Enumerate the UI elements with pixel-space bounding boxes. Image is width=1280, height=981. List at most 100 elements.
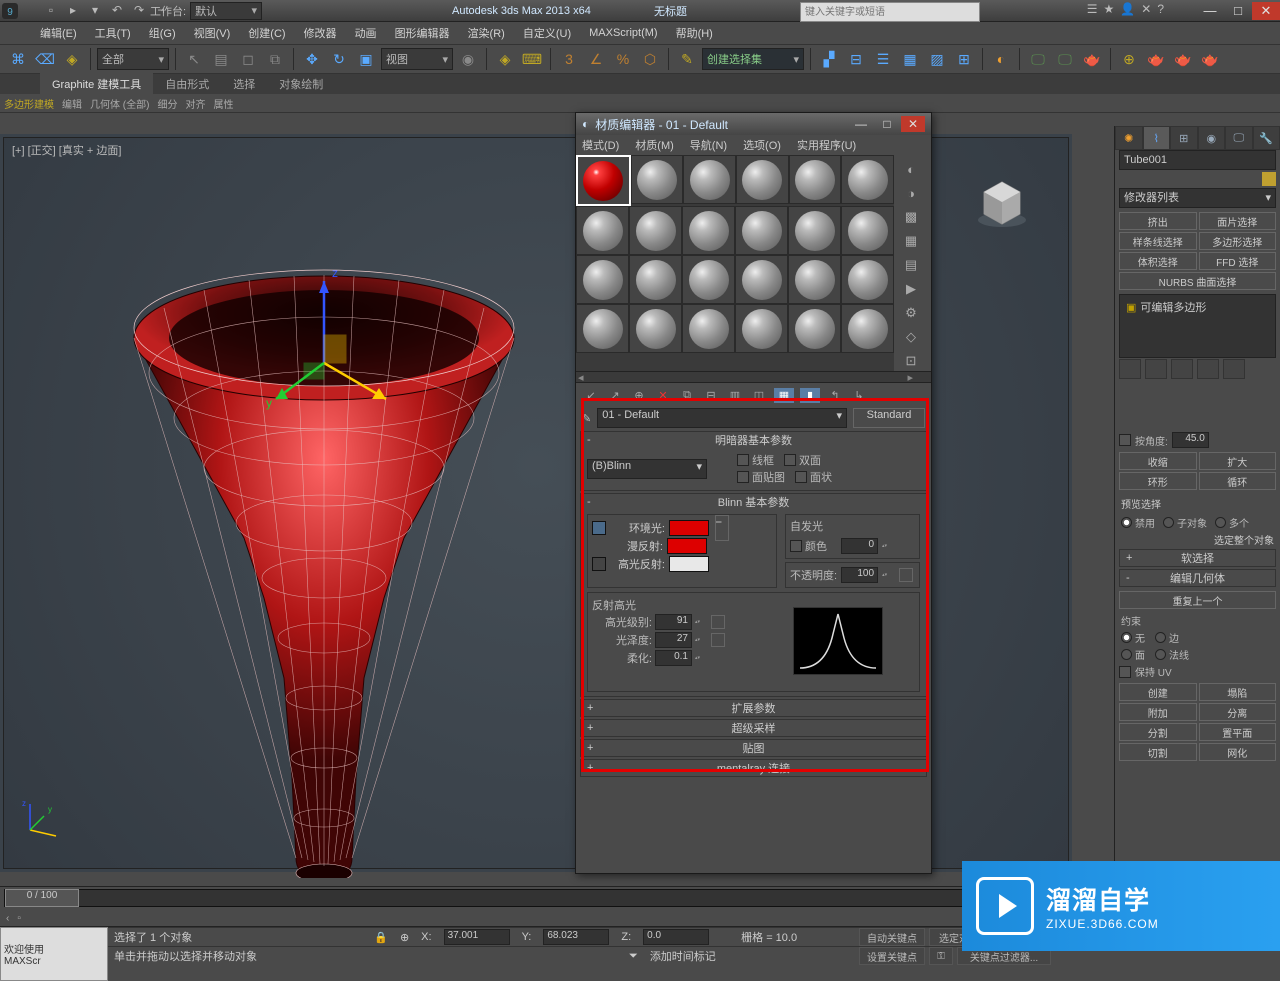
preset-patch[interactable]: 面片选择 xyxy=(1199,212,1277,230)
msmooth-button[interactable]: 网化 xyxy=(1199,743,1277,761)
viewcube-icon[interactable] xyxy=(974,172,1030,228)
search-input[interactable] xyxy=(800,2,980,22)
subobj-radio[interactable]: 子对象 xyxy=(1163,515,1207,530)
time-tag-icon[interactable]: ⏷ xyxy=(629,950,638,963)
ribbon-sub-edit[interactable]: 编辑 xyxy=(62,96,82,111)
display-tab-icon[interactable]: 🖵 xyxy=(1225,126,1253,150)
ambient-swatch[interactable] xyxy=(669,520,709,536)
lock-icon[interactable]: 🔒 xyxy=(374,931,388,944)
maximize-button[interactable]: □ xyxy=(1224,2,1252,20)
go-parent-icon[interactable]: ↰ xyxy=(826,389,844,402)
material-slot[interactable] xyxy=(735,304,788,353)
edit-named-icon[interactable]: ✎ xyxy=(675,47,699,71)
shader-rollout-title[interactable]: 明暗器基本参数 xyxy=(715,432,792,448)
flat-button[interactable]: 置平面 xyxy=(1199,723,1277,741)
menu-create[interactable]: 创建(C) xyxy=(248,25,285,41)
wire-checkbox[interactable]: 线框 xyxy=(737,452,774,468)
menu-customize[interactable]: 自定义(U) xyxy=(523,25,571,41)
spec-level-map[interactable] xyxy=(711,615,725,629)
mirror-icon[interactable]: ▞ xyxy=(817,47,841,71)
ring-button[interactable]: 环形 xyxy=(1119,472,1197,490)
shader-type-select[interactable]: (B)Blinn xyxy=(587,459,707,479)
backlight-icon[interactable]: ◑ xyxy=(901,183,921,203)
render-icon[interactable]: 🫖 xyxy=(1080,47,1104,71)
soften-input[interactable]: 0.1 xyxy=(655,650,692,666)
redo-icon[interactable]: ↷ xyxy=(130,2,148,18)
show-end-icon[interactable] xyxy=(1145,359,1167,379)
material-slot[interactable] xyxy=(629,255,682,304)
material-slot[interactable] xyxy=(629,206,682,255)
mat-id-icon[interactable]: ⊡ xyxy=(901,351,921,371)
select-name-icon[interactable]: ▤ xyxy=(209,47,233,71)
menu-animation[interactable]: 动画 xyxy=(355,25,377,41)
reset-icon[interactable]: ✕ xyxy=(654,389,672,402)
uv-tile-icon[interactable]: ▦ xyxy=(901,231,921,251)
save-icon[interactable]: ▾ xyxy=(86,2,104,18)
material-slot[interactable] xyxy=(841,155,894,204)
show-in-vp-icon[interactable]: ▦ xyxy=(774,388,794,403)
attach-button[interactable]: 附加 xyxy=(1119,703,1197,721)
material-slot[interactable] xyxy=(735,255,788,304)
snap-3-icon[interactable]: 3 xyxy=(557,47,581,71)
mat-close-button[interactable]: ✕ xyxy=(901,116,925,132)
link-icon[interactable]: ⌘ xyxy=(6,47,30,71)
multi-radio[interactable]: 多个 xyxy=(1215,515,1249,530)
detach-button[interactable]: 分离 xyxy=(1199,703,1277,721)
cut-button[interactable]: 切割 xyxy=(1119,743,1197,761)
material-slot[interactable] xyxy=(682,206,735,255)
background-icon[interactable]: ▩ xyxy=(901,207,921,227)
preset-extrude[interactable]: 挤出 xyxy=(1119,212,1197,230)
spec-level-input[interactable]: 91 xyxy=(655,614,692,630)
get-material-icon[interactable]: ↙ xyxy=(582,389,600,402)
material-slot[interactable] xyxy=(682,304,735,353)
modifier-stack[interactable]: ▣可编辑多边形 xyxy=(1119,294,1276,358)
material-slot[interactable] xyxy=(682,255,735,304)
extended-rollout[interactable]: +扩展参数 xyxy=(580,699,927,717)
loop-button[interactable]: 循环 xyxy=(1199,472,1277,490)
shrink-button[interactable]: 收缩 xyxy=(1119,452,1197,470)
modifier-list-select[interactable]: 修改器列表 xyxy=(1119,188,1276,208)
ribbon-sub-align[interactable]: 对齐 xyxy=(185,96,205,111)
opacity-map-button[interactable] xyxy=(899,568,913,582)
mat-menu-util[interactable]: 实用程序(U) xyxy=(797,137,856,153)
gloss-input[interactable]: 27 xyxy=(655,632,692,648)
mat-maximize-button[interactable]: □ xyxy=(875,116,899,132)
teapot1-icon[interactable]: ⊕ xyxy=(1117,47,1141,71)
ambient-diffuse-lock-icon[interactable]: ⎯ xyxy=(715,515,729,541)
grow-button[interactable]: 扩大 xyxy=(1199,452,1277,470)
ribbon-sub-subdiv[interactable]: 细分 xyxy=(157,96,177,111)
sample-type-icon[interactable]: ◐ xyxy=(901,159,921,179)
material-slot[interactable] xyxy=(789,155,842,204)
self-illum-input[interactable]: 0 xyxy=(841,538,878,554)
mentalray-rollout[interactable]: +mentalray 连接 xyxy=(580,759,927,777)
mat-menu-options[interactable]: 选项(O) xyxy=(743,137,781,153)
by-angle-input[interactable]: 45.0 xyxy=(1172,432,1209,448)
ribbon-tab-paint[interactable]: 对象绘制 xyxy=(267,73,335,95)
config-mod-icon[interactable] xyxy=(1223,359,1245,379)
create-button[interactable]: 创建 xyxy=(1119,683,1197,701)
ribbon-tab-graphite[interactable]: Graphite 建模工具 xyxy=(40,73,153,95)
spec-lock-icon[interactable] xyxy=(592,557,606,571)
modify-tab-icon[interactable]: ⌇ xyxy=(1143,126,1171,150)
material-slot[interactable] xyxy=(631,155,684,204)
workspace-selector[interactable]: 默认 xyxy=(190,2,262,20)
go-forward-icon[interactable]: ↳ xyxy=(850,389,868,402)
help-icon[interactable]: ? xyxy=(1157,2,1164,16)
ambient-lock-icon[interactable] xyxy=(592,521,606,535)
material-name-input[interactable]: 01 - Default xyxy=(597,408,847,428)
facemap-checkbox[interactable]: 面贴图 xyxy=(737,469,785,485)
pick-icon[interactable]: ✎ xyxy=(582,412,591,425)
rect-select-icon[interactable]: ◻ xyxy=(236,47,260,71)
menu-help[interactable]: 帮助(H) xyxy=(676,25,713,41)
layer-icon[interactable]: ☰ xyxy=(871,47,895,71)
curve-editor-icon[interactable]: ▨ xyxy=(925,47,949,71)
material-slot[interactable] xyxy=(788,206,841,255)
self-color-checkbox[interactable]: 颜色 xyxy=(790,538,827,554)
star-icon[interactable]: ★ xyxy=(1104,2,1115,16)
autokey-button[interactable]: 自动关键点 xyxy=(859,928,925,946)
track-key-icon[interactable]: ▫ xyxy=(17,913,21,924)
put-to-lib-icon[interactable]: ▥ xyxy=(726,389,744,402)
mat-minimize-button[interactable]: — xyxy=(849,116,873,132)
material-slot[interactable] xyxy=(683,155,736,204)
material-slot[interactable] xyxy=(629,304,682,353)
